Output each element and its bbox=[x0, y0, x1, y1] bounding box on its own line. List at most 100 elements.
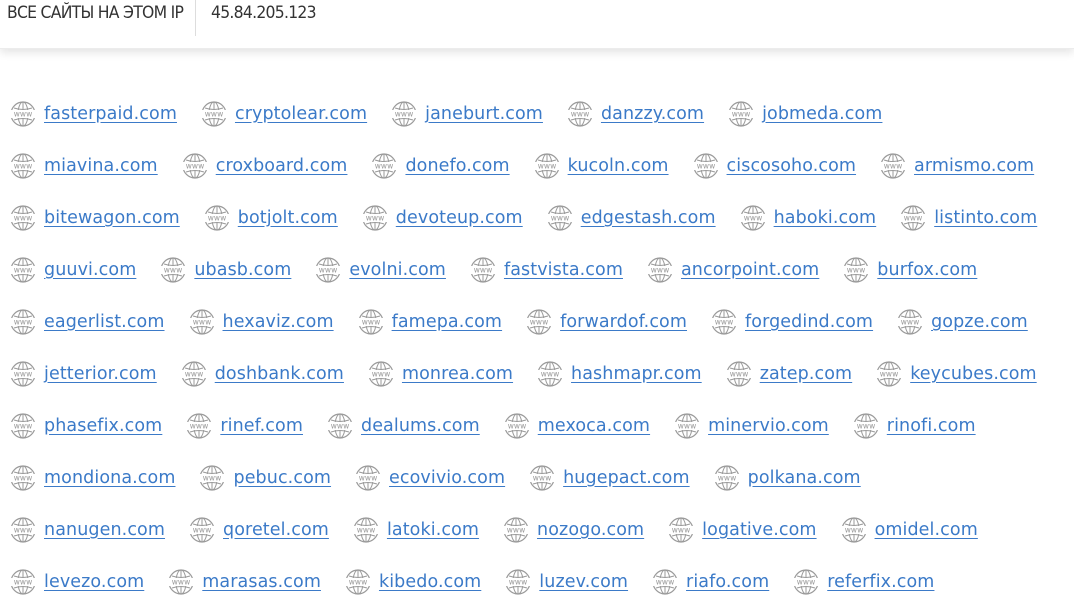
site-item[interactable]: www ecovivio.com bbox=[354, 464, 505, 492]
site-item[interactable]: www minervio.com bbox=[673, 412, 829, 440]
site-item[interactable]: www mexoca.com bbox=[503, 412, 650, 440]
site-item[interactable]: www jetterior.com bbox=[9, 360, 157, 388]
site-item[interactable]: www logative.com bbox=[667, 516, 816, 544]
site-item[interactable]: www botjolt.com bbox=[203, 204, 338, 232]
site-item[interactable]: www haboki.com bbox=[739, 204, 877, 232]
site-item[interactable]: www gopze.com bbox=[896, 308, 1028, 336]
site-item[interactable]: www omidel.com bbox=[840, 516, 978, 544]
site-link[interactable]: zatep.com bbox=[760, 364, 853, 384]
site-item[interactable]: www doshbank.com bbox=[180, 360, 344, 388]
site-link[interactable]: edgestash.com bbox=[581, 208, 716, 228]
site-link[interactable]: jobmeda.com bbox=[762, 104, 882, 124]
site-link[interactable]: qoretel.com bbox=[223, 520, 329, 540]
site-item[interactable]: www jobmeda.com bbox=[727, 100, 882, 128]
site-link[interactable]: gopze.com bbox=[931, 312, 1028, 332]
site-link[interactable]: minervio.com bbox=[708, 416, 829, 436]
site-item[interactable]: www janeburt.com bbox=[390, 100, 543, 128]
site-item[interactable]: www ancorpoint.com bbox=[646, 256, 819, 284]
site-item[interactable]: www riafo.com bbox=[651, 568, 769, 596]
site-link[interactable]: nozogo.com bbox=[537, 520, 644, 540]
site-link[interactable]: kucoln.com bbox=[568, 156, 669, 176]
site-item[interactable]: www fastvista.com bbox=[469, 256, 623, 284]
site-link[interactable]: armismo.com bbox=[914, 156, 1034, 176]
site-link[interactable]: bitewagon.com bbox=[44, 208, 180, 228]
site-link[interactable]: referfix.com bbox=[827, 572, 934, 592]
site-link[interactable]: burfox.com bbox=[877, 260, 977, 280]
site-item[interactable]: www marasas.com bbox=[167, 568, 321, 596]
site-item[interactable]: www luzev.com bbox=[504, 568, 628, 596]
site-item[interactable]: www polkana.com bbox=[713, 464, 861, 492]
site-link[interactable]: doshbank.com bbox=[215, 364, 344, 384]
site-link[interactable]: eagerlist.com bbox=[44, 312, 165, 332]
site-item[interactable]: www croxboard.com bbox=[181, 152, 348, 180]
site-link[interactable]: luzev.com bbox=[539, 572, 628, 592]
site-link[interactable]: monrea.com bbox=[402, 364, 513, 384]
site-link[interactable]: keycubes.com bbox=[910, 364, 1036, 384]
site-link[interactable]: phasefix.com bbox=[44, 416, 162, 436]
site-link[interactable]: haboki.com bbox=[774, 208, 877, 228]
site-link[interactable]: pebuc.com bbox=[233, 468, 331, 488]
site-link[interactable]: famepa.com bbox=[392, 312, 502, 332]
site-link[interactable]: devoteup.com bbox=[396, 208, 523, 228]
site-link[interactable]: danzzy.com bbox=[601, 104, 704, 124]
site-item[interactable]: www forwardof.com bbox=[525, 308, 687, 336]
site-item[interactable]: www hugepact.com bbox=[528, 464, 690, 492]
site-link[interactable]: rinofi.com bbox=[887, 416, 976, 436]
site-item[interactable]: www burfox.com bbox=[842, 256, 977, 284]
site-item[interactable]: www danzzy.com bbox=[566, 100, 704, 128]
site-item[interactable]: www dealums.com bbox=[326, 412, 480, 440]
site-link[interactable]: miavina.com bbox=[44, 156, 158, 176]
site-link[interactable]: ancorpoint.com bbox=[681, 260, 819, 280]
site-item[interactable]: www latoki.com bbox=[352, 516, 479, 544]
site-item[interactable]: www rinofi.com bbox=[852, 412, 976, 440]
site-item[interactable]: www kucoln.com bbox=[533, 152, 669, 180]
site-link[interactable]: marasas.com bbox=[202, 572, 321, 592]
site-link[interactable]: kibedo.com bbox=[379, 572, 481, 592]
site-item[interactable]: www devoteup.com bbox=[361, 204, 523, 232]
site-link[interactable]: botjolt.com bbox=[238, 208, 338, 228]
site-item[interactable]: www qoretel.com bbox=[188, 516, 329, 544]
site-item[interactable]: www armismo.com bbox=[879, 152, 1034, 180]
site-item[interactable]: www kibedo.com bbox=[344, 568, 481, 596]
site-item[interactable]: www edgestash.com bbox=[546, 204, 716, 232]
site-item[interactable]: www phasefix.com bbox=[9, 412, 162, 440]
site-link[interactable]: janeburt.com bbox=[425, 104, 543, 124]
site-link[interactable]: forwardof.com bbox=[560, 312, 687, 332]
site-link[interactable]: dealums.com bbox=[361, 416, 480, 436]
site-link[interactable]: mexoca.com bbox=[538, 416, 650, 436]
site-link[interactable]: nanugen.com bbox=[44, 520, 165, 540]
site-link[interactable]: logative.com bbox=[702, 520, 816, 540]
site-item[interactable]: www donefo.com bbox=[370, 152, 510, 180]
site-item[interactable]: www guuvi.com bbox=[9, 256, 136, 284]
site-link[interactable]: latoki.com bbox=[387, 520, 479, 540]
site-link[interactable]: mondiona.com bbox=[44, 468, 175, 488]
site-item[interactable]: www levezo.com bbox=[9, 568, 144, 596]
site-link[interactable]: hugepact.com bbox=[563, 468, 690, 488]
site-link[interactable]: fastvista.com bbox=[504, 260, 623, 280]
site-item[interactable]: www ubasb.com bbox=[159, 256, 291, 284]
site-link[interactable]: omidel.com bbox=[875, 520, 978, 540]
site-item[interactable]: www keycubes.com bbox=[875, 360, 1037, 388]
site-link[interactable]: hashmapr.com bbox=[571, 364, 702, 384]
site-link[interactable]: polkana.com bbox=[748, 468, 861, 488]
site-link[interactable]: forgedind.com bbox=[745, 312, 873, 332]
site-link[interactable]: jetterior.com bbox=[44, 364, 157, 384]
site-link[interactable]: croxboard.com bbox=[216, 156, 348, 176]
site-item[interactable]: www miavina.com bbox=[9, 152, 158, 180]
site-link[interactable]: donefo.com bbox=[405, 156, 509, 176]
site-item[interactable]: www rinef.com bbox=[185, 412, 303, 440]
site-link[interactable]: guuvi.com bbox=[44, 260, 136, 280]
site-link[interactable]: ciscosoho.com bbox=[727, 156, 856, 176]
site-link[interactable]: hexaviz.com bbox=[223, 312, 334, 332]
site-item[interactable]: www hashmapr.com bbox=[536, 360, 702, 388]
site-link[interactable]: levezo.com bbox=[44, 572, 144, 592]
site-item[interactable]: www referfix.com bbox=[792, 568, 934, 596]
site-item[interactable]: www bitewagon.com bbox=[9, 204, 180, 232]
site-item[interactable]: www cryptolear.com bbox=[200, 100, 367, 128]
site-item[interactable]: www famepa.com bbox=[357, 308, 502, 336]
site-link[interactable]: riafo.com bbox=[686, 572, 769, 592]
site-item[interactable]: www ciscosoho.com bbox=[692, 152, 856, 180]
site-link[interactable]: cryptolear.com bbox=[235, 104, 367, 124]
site-link[interactable]: rinef.com bbox=[220, 416, 303, 436]
site-item[interactable]: www nanugen.com bbox=[9, 516, 165, 544]
